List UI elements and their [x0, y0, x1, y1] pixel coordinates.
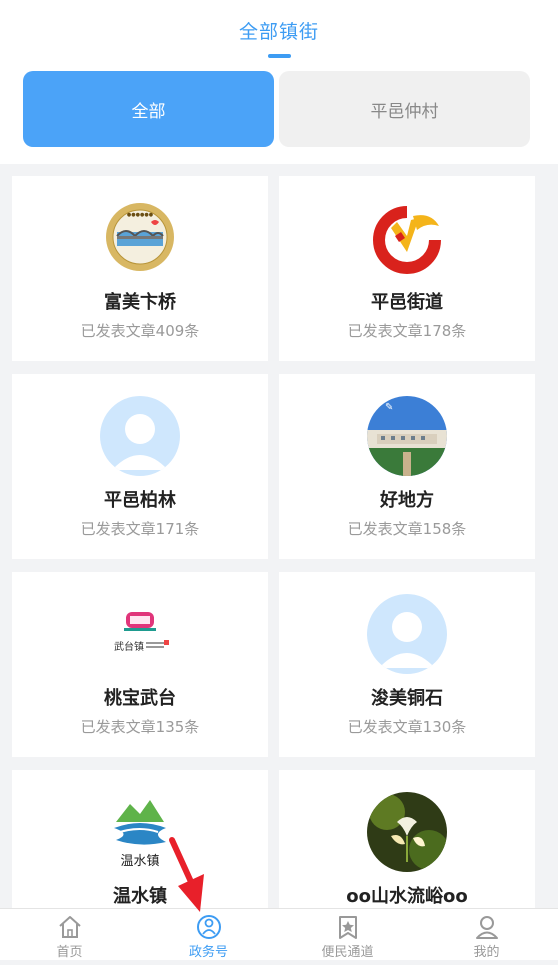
account-name: 平邑柏林 — [104, 490, 176, 511]
tab-home[interactable]: 首页 — [0, 909, 139, 965]
article-count: 已发表文章135条 — [80, 718, 200, 736]
account-name: 好地方 — [380, 490, 434, 511]
account-name: 浚美铜石 — [371, 688, 443, 709]
article-count: 已发表文章130条 — [347, 718, 467, 736]
segment-pingyi-zhongcun-button[interactable]: 平邑仲村 — [279, 71, 530, 147]
account-card[interactable]: ●●●●●● 富美卞桥 已发表文章409条 — [12, 176, 268, 361]
segment-all-button[interactable]: 全部 — [23, 71, 274, 147]
account-card[interactable]: 平邑街道 已发表文章178条 — [279, 176, 535, 361]
article-count: 已发表文章178条 — [347, 322, 467, 340]
header: 全部镇街 全部 平邑仲村 — [0, 0, 558, 164]
svg-text:✎: ✎ — [385, 402, 393, 413]
account-card[interactable]: 武台镇 桃宝武台 已发表文章135条 — [12, 572, 268, 757]
account-name: 温水镇 — [113, 886, 167, 907]
title-underline — [268, 54, 291, 58]
default-avatar — [367, 594, 447, 674]
article-count: 已发表文章158条 — [347, 520, 467, 538]
svg-text:武台镇: 武台镇 — [114, 640, 144, 653]
svg-text:●●●●●●: ●●●●●● — [127, 212, 154, 218]
tab-govt-account[interactable]: 政务号 — [139, 909, 278, 965]
tab-mine[interactable]: 我的 — [417, 909, 556, 965]
account-card[interactable]: 平邑柏林 已发表文章171条 — [12, 374, 268, 559]
account-name: 富美卞桥 — [104, 292, 176, 313]
home-icon — [59, 916, 81, 938]
account-card[interactable]: ✎ 好地方 已发表文章158条 — [279, 374, 535, 559]
account-grid: ●●●●●● 富美卞桥 已发表文章409条 平邑街道 已发表文章178条 平邑柏… — [0, 176, 558, 908]
account-card[interactable]: 浚美铜石 已发表文章130条 — [279, 572, 535, 757]
bottom-strip — [0, 960, 558, 965]
tab-convenience-label: 便民通道 — [321, 945, 374, 960]
red-arrow-annotation — [169, 837, 204, 912]
account-card[interactable]: oo山水流峪oo — [279, 770, 535, 908]
party-emblem-logo — [373, 206, 441, 274]
bianqiao-badge-logo: ●●●●●● — [105, 202, 175, 272]
page-title: 全部镇街 — [238, 21, 319, 43]
account-name: oo山水流峪oo — [346, 886, 468, 907]
account-name: 桃宝武台 — [104, 688, 176, 709]
flower-photo-logo — [367, 792, 447, 872]
article-count: 已发表文章409条 — [80, 322, 200, 340]
govt-account-icon — [197, 915, 221, 939]
account-card[interactable]: 温水镇 温水镇 — [12, 770, 268, 908]
tab-convenience[interactable]: 便民通道 — [278, 909, 417, 965]
default-avatar — [100, 396, 180, 476]
building-photo-logo: ✎ — [367, 396, 447, 476]
star-bookmark-icon — [339, 916, 357, 939]
user-icon — [476, 916, 498, 939]
wutai-logo: 武台镇 — [110, 606, 170, 656]
wenshui-logo: 温水镇 — [110, 792, 170, 872]
bottom-tab-bar: 首页 政务号 便民通道 我的 — [0, 908, 558, 965]
wenshui-logo-text: 温水镇 — [120, 854, 160, 869]
article-count: 已发表文章171条 — [80, 520, 200, 538]
account-name: 平邑街道 — [371, 292, 443, 313]
tab-mine-label: 我的 — [473, 945, 500, 960]
tab-govt-account-label: 政务号 — [188, 945, 228, 960]
tab-home-label: 首页 — [56, 945, 83, 960]
